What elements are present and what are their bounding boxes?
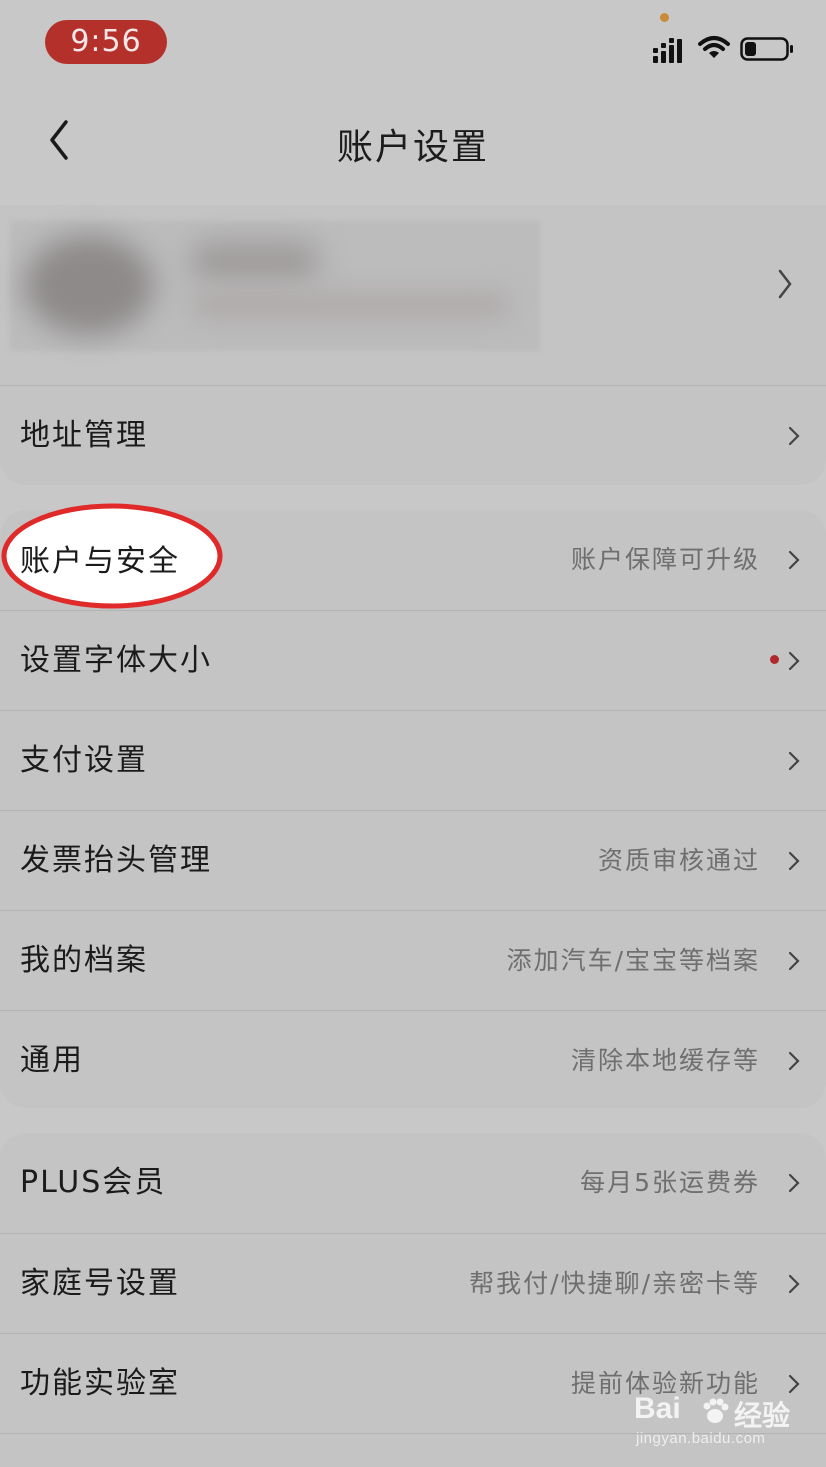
list-item-general[interactable]: 通用 清除本地缓存等	[0, 1010, 826, 1108]
list-item-value: 每月5张运费券	[580, 1168, 760, 1197]
list-item-value: 资质审核通过	[597, 846, 760, 875]
chevron-right-icon	[788, 1274, 800, 1294]
chevron-right-icon	[778, 269, 792, 299]
list-item-label: 通用	[20, 1043, 84, 1078]
chevron-right-icon	[788, 426, 800, 446]
avatar	[24, 235, 154, 335]
notification-dot	[770, 655, 779, 664]
list-item-label: 发票抬头管理	[20, 843, 212, 878]
watermark-logo: Bai	[634, 1392, 681, 1425]
list-item-payment[interactable]: 支付设置	[0, 710, 826, 810]
chevron-right-icon	[788, 651, 800, 671]
battery-icon	[740, 37, 793, 61]
wifi-icon	[698, 36, 730, 58]
chevron-right-icon	[788, 951, 800, 971]
list-item-label: 家庭号设置	[20, 1266, 180, 1301]
list-item-label: 支付设置	[20, 743, 148, 778]
paw-icon	[703, 1398, 729, 1423]
list-item-my-profile[interactable]: 我的档案 添加汽车/宝宝等档案	[0, 910, 826, 1010]
user-subtitle-blurred	[190, 290, 510, 320]
nav-bar: 账户设置	[0, 90, 826, 190]
list-item-value: 帮我付/快捷聊/亲密卡等	[469, 1269, 760, 1298]
list-item-invoice[interactable]: 发票抬头管理 资质审核通过	[0, 810, 826, 910]
annotation-ellipse: 账户与安全	[1, 503, 223, 609]
profile-section: 地址管理	[0, 205, 826, 485]
signal-icon	[653, 38, 682, 63]
list-item-plus[interactable]: PLUS会员 每月5张运费券	[0, 1133, 826, 1233]
list-item-value: 添加汽车/宝宝等档案	[506, 946, 760, 975]
camera-indicator-dot	[660, 13, 669, 22]
list-item-address[interactable]: 地址管理	[0, 385, 826, 485]
list-item-family[interactable]: 家庭号设置 帮我付/快捷聊/亲密卡等	[0, 1233, 826, 1333]
watermark-url: jingyan.baidu.com	[636, 1430, 766, 1447]
chevron-right-icon	[788, 1051, 800, 1071]
list-item-label: PLUS会员	[20, 1165, 167, 1200]
chevron-right-icon	[788, 751, 800, 771]
list-item-label: 地址管理	[20, 418, 148, 453]
profile-row[interactable]	[0, 205, 826, 385]
chevron-right-icon	[788, 1173, 800, 1193]
chevron-right-icon	[788, 1374, 800, 1394]
status-bar: 9:56	[0, 0, 826, 86]
list-item-value: 清除本地缓存等	[570, 1046, 760, 1075]
chevron-right-icon	[788, 550, 800, 570]
list-item-label: 设置字体大小	[20, 643, 212, 678]
list-item-label: 功能实验室	[20, 1366, 180, 1401]
page-title: 账户设置	[336, 127, 489, 168]
list-item-label: 我的档案	[20, 943, 148, 978]
list-item-font-size[interactable]: 设置字体大小	[0, 610, 826, 710]
list-item-value: 账户保障可升级	[570, 545, 760, 574]
watermark-brand: 经验	[734, 1399, 791, 1432]
annotation-label: 账户与安全	[20, 544, 180, 579]
chevron-right-icon	[788, 851, 800, 871]
status-time: 9:56	[45, 20, 167, 64]
username-blurred	[190, 241, 320, 281]
